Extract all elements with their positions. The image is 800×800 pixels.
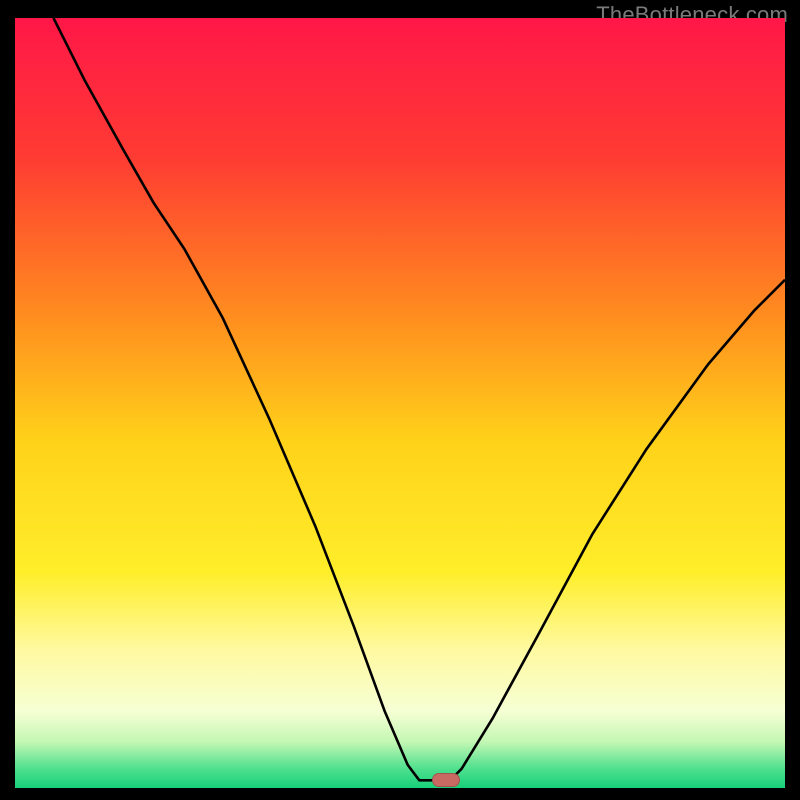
- optimal-marker: [432, 773, 460, 787]
- bottleneck-plot: [15, 18, 785, 788]
- heat-background: [15, 18, 785, 788]
- chart-stage: TheBottleneck.com: [0, 0, 800, 800]
